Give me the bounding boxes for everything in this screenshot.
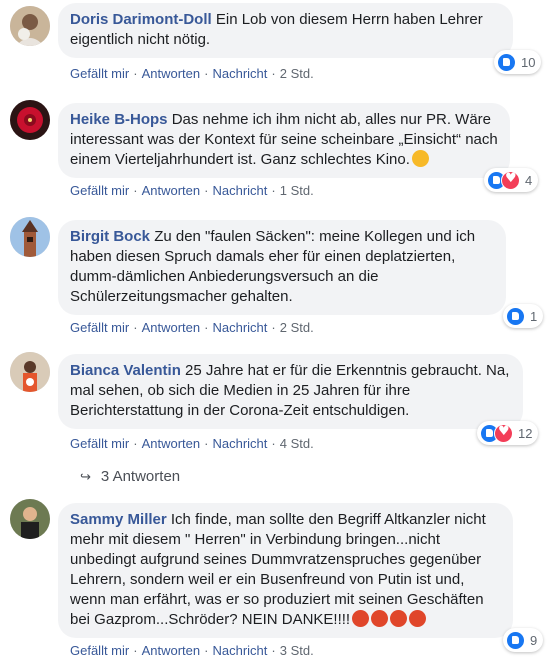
comment-bubble: Sammy Miller Ich finde, man sollte den B… [58, 503, 513, 638]
comment-bubble: Birgit Bock Zu den "faulen Säcken": mein… [58, 220, 506, 315]
love-icon [501, 170, 520, 190]
comment-actions: Gefällt mir · Antworten · Nachricht · 2 Std. [70, 320, 314, 335]
comment-timestamp[interactable]: 2 Std. [280, 320, 314, 335]
reaction-count: 12 [518, 425, 533, 441]
reaction-count: 4 [525, 172, 533, 188]
reply-link[interactable]: Antworten [142, 66, 201, 81]
reaction-count: 9 [530, 632, 538, 648]
message-link[interactable]: Nachricht [212, 320, 267, 335]
angry-face-emoji [371, 610, 389, 627]
reply-link[interactable]: Antworten [142, 183, 201, 198]
comment-author[interactable]: Doris Darimont-Doll [70, 11, 212, 28]
reply-link[interactable]: Antworten [142, 320, 201, 335]
reaction-summary[interactable]: 9 [503, 628, 544, 652]
comment-bubble: Doris Darimont-Doll Ein Lob von diesem H… [58, 3, 513, 58]
comment-bubble: Heike B-Hops Das nehme ich ihm nicht ab,… [58, 103, 510, 178]
love-icon [494, 423, 513, 443]
comment-actions: Gefällt mir · Antworten · Nachricht · 3 Std. [70, 643, 314, 658]
reply-arrow-icon: ↪ [80, 470, 91, 485]
like-link[interactable]: Gefällt mir [70, 183, 129, 198]
reaction-count: 10 [521, 54, 536, 70]
like-icon [506, 306, 525, 326]
comment-text: Ich finde, man sollte den Begriff Altkan… [70, 511, 486, 628]
like-link[interactable]: Gefällt mir [70, 643, 129, 658]
reaction-count: 1 [530, 308, 538, 324]
replies-count[interactable]: 3 Antworten [101, 468, 180, 485]
winking-face-kiss-emoji [411, 150, 429, 167]
avatar[interactable] [10, 6, 50, 46]
message-link[interactable]: Nachricht [212, 66, 267, 81]
message-link[interactable]: Nachricht [212, 436, 267, 451]
comment-actions: Gefällt mir · Antworten · Nachricht · 1 Std. [70, 183, 314, 198]
comment-actions: Gefällt mir · Antworten · Nachricht · 4 Std. [70, 436, 314, 451]
reply-link[interactable]: Antworten [142, 643, 201, 658]
avatar[interactable] [10, 217, 50, 257]
like-link[interactable]: Gefällt mir [70, 66, 129, 81]
reaction-summary[interactable]: 12 [477, 421, 539, 445]
angry-face-emoji [390, 610, 408, 627]
like-icon [506, 630, 525, 650]
reaction-summary[interactable]: 4 [484, 168, 539, 192]
comment-author[interactable]: Birgit Bock [70, 228, 150, 245]
comment-timestamp[interactable]: 4 Std. [280, 436, 314, 451]
message-link[interactable]: Nachricht [212, 183, 267, 198]
comment-author[interactable]: Bianca Valentin [70, 362, 181, 379]
message-link[interactable]: Nachricht [212, 643, 267, 658]
comment-timestamp[interactable]: 1 Std. [280, 183, 314, 198]
comment-timestamp[interactable]: 3 Std. [280, 643, 314, 658]
reaction-summary[interactable]: 1 [503, 304, 544, 328]
like-icon [497, 52, 516, 72]
like-link[interactable]: Gefällt mir [70, 436, 129, 451]
comment-actions: Gefällt mir · Antworten · Nachricht · 2 Std. [70, 66, 314, 81]
angry-face-emoji [352, 610, 370, 627]
comment-author[interactable]: Sammy Miller [70, 511, 167, 528]
avatar[interactable] [10, 100, 50, 140]
comment-timestamp[interactable]: 2 Std. [280, 66, 314, 81]
like-link[interactable]: Gefällt mir [70, 320, 129, 335]
view-replies-link[interactable]: ↪ 3 Antworten [80, 468, 180, 485]
comment-bubble: Bianca Valentin 25 Jahre hat er für die … [58, 354, 523, 429]
reaction-summary[interactable]: 10 [494, 50, 542, 74]
avatar[interactable] [10, 499, 50, 539]
reply-link[interactable]: Antworten [142, 436, 201, 451]
angry-face-emoji [409, 610, 427, 627]
comment-author[interactable]: Heike B-Hops [70, 111, 168, 128]
avatar[interactable] [10, 352, 50, 392]
